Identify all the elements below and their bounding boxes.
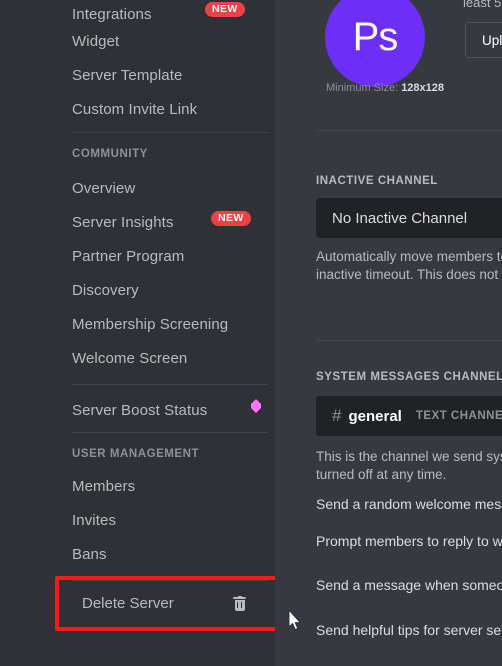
trash-icon: [233, 595, 246, 611]
system-messages-channel-value: general: [348, 407, 402, 425]
system-messages-channel-select[interactable]: # general TEXT CHANNELS: [316, 396, 502, 436]
sidebar-item-invites[interactable]: Invites: [62, 506, 258, 534]
avatar-minimum-size-value: 128x128: [401, 82, 445, 94]
upload-image-button[interactable]: Upload Image: [465, 22, 502, 58]
mouse-cursor: [288, 608, 302, 631]
option-label: Prompt members to reply to welcome messa…: [316, 533, 502, 549]
delete-server-label: Delete Server: [82, 594, 174, 612]
server-boost-icon: [251, 399, 261, 413]
system-message-option[interactable]: Send a message when someone boosts this …: [316, 575, 502, 595]
sidebar-divider: [72, 580, 268, 581]
option-label: Send a message when someone boosts this …: [316, 577, 502, 593]
avatar-minimum-size-note: Minimum Size: 128x128: [326, 82, 445, 94]
inactive-channel-select[interactable]: No Inactive Channel: [316, 198, 502, 238]
sidebar-item-overview[interactable]: Overview: [62, 174, 258, 202]
new-badge: NEW: [205, 2, 245, 17]
system-messages-channel-category: TEXT CHANNELS: [415, 410, 502, 422]
inactive-channel-value: No Inactive Channel: [332, 209, 468, 227]
system-message-option[interactable]: Prompt members to reply to welcome messa…: [316, 531, 502, 551]
discord-server-settings-screen: Integrations NEW Widget Server Template …: [0, 0, 502, 666]
inactive-channel-description: Automatically move members to this chann…: [316, 249, 502, 282]
sidebar-item-label: Server Boost Status: [72, 401, 208, 419]
content-divider: [316, 340, 502, 341]
hash-icon: #: [332, 406, 342, 425]
sidebar-item-label: Partner Program: [72, 247, 185, 265]
new-badge: NEW: [211, 211, 251, 226]
system-message-option[interactable]: Send a random welcome message when someo…: [316, 494, 502, 514]
sidebar-divider: [72, 384, 268, 385]
server-avatar-initials: Ps: [352, 14, 399, 59]
sidebar-item-membership-screening[interactable]: Membership Screening: [62, 310, 277, 338]
server-avatar[interactable]: Ps: [325, 0, 425, 87]
sidebar-item-label: Welcome Screen: [72, 349, 188, 367]
system-messages-channel-header: SYSTEM MESSAGES CHANNEL: [316, 371, 502, 383]
sidebar-section-user-management: USER MANAGEMENT: [72, 448, 200, 460]
server-overview-panel: Ps Minimum Size: 128x128 least 512x512. …: [275, 0, 502, 666]
sidebar-divider: [72, 432, 268, 433]
sidebar-item-server-boost-status[interactable]: Server Boost Status: [62, 396, 277, 424]
system-message-option[interactable]: Send helpful tips for server setup.: [316, 620, 502, 640]
sidebar-item-widget[interactable]: Widget: [62, 27, 258, 55]
system-messages-description: This is the channel we send system event…: [316, 449, 502, 482]
sidebar-item-label: Server Template: [72, 66, 183, 84]
sidebar-item-label: Server Insights: [72, 213, 174, 231]
sidebar-item-label: Overview: [72, 179, 136, 197]
sidebar-item-delete-server[interactable]: Delete Server: [70, 586, 260, 620]
inactive-channel-header: INACTIVE CHANNEL: [316, 175, 438, 187]
sidebar-item-welcome-screen[interactable]: Welcome Screen: [62, 344, 277, 372]
sidebar-item-label: Integrations: [72, 5, 152, 23]
sidebar-item-custom-invite-link[interactable]: Custom Invite Link: [62, 95, 258, 123]
option-label: Send a random welcome message when someo…: [316, 496, 502, 512]
sidebar-item-members[interactable]: Members: [62, 472, 258, 500]
sidebar-section-community: COMMUNITY: [72, 148, 148, 160]
sidebar-item-label: Invites: [72, 511, 117, 529]
content-divider: [316, 130, 502, 131]
sidebar-item-label: Widget: [72, 32, 120, 50]
sidebar-item-discovery[interactable]: Discovery: [62, 276, 258, 304]
upload-recommendation-text: least 512x512.: [463, 0, 502, 10]
sidebar-divider: [72, 132, 268, 133]
sidebar-item-label: Custom Invite Link: [72, 100, 198, 118]
sidebar-item-partner-program[interactable]: Partner Program: [62, 242, 258, 270]
sidebar-item-label: Bans: [72, 545, 107, 563]
option-label: Send helpful tips for server setup.: [316, 622, 502, 638]
settings-sidebar: Integrations NEW Widget Server Template …: [0, 0, 283, 666]
sidebar-item-server-template[interactable]: Server Template: [62, 61, 258, 89]
sidebar-item-label: Membership Screening: [72, 315, 229, 333]
sidebar-item-label: Members: [72, 477, 136, 495]
sidebar-item-label: Discovery: [72, 281, 139, 299]
sidebar-item-bans[interactable]: Bans: [62, 540, 258, 568]
